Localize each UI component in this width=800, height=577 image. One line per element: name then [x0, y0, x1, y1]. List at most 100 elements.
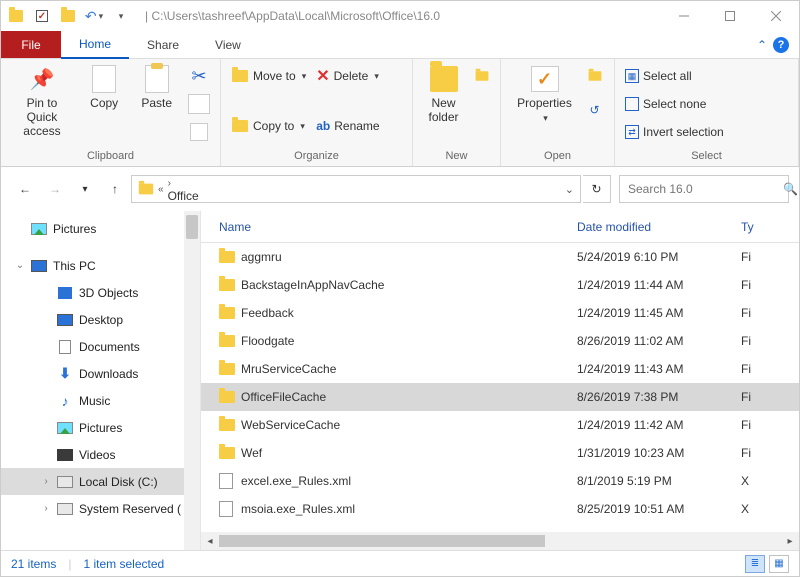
pin-to-quick-access-button[interactable]: 📌 Pin to Quick access [11, 65, 73, 138]
breadcrumb-segment[interactable]: Office [168, 189, 217, 203]
sidebar-item[interactable]: 3D Objects [1, 279, 200, 306]
copy-to-button[interactable]: Copy to▾ [231, 115, 306, 137]
sidebar-item[interactable]: Pictures [1, 215, 200, 242]
qat-new-folder-icon[interactable] [57, 5, 79, 27]
history-button[interactable]: ↺ [589, 99, 599, 121]
search-icon[interactable]: 🔍 [783, 182, 798, 196]
file-type: X [741, 474, 799, 488]
invert-selection-button[interactable]: ⇄Invert selection [625, 121, 724, 143]
move-to-button[interactable]: Move to▾ [231, 65, 306, 87]
thumbnails-view-button[interactable]: ▦ [769, 555, 789, 573]
column-type[interactable]: Ty [741, 220, 799, 234]
file-list[interactable]: aggmru5/24/2019 6:10 PMFiBackstageInAppN… [201, 243, 799, 532]
quick-access-toolbar: ✓ ↶▾ ▾ [1, 5, 135, 27]
copy-button[interactable]: Copy [83, 65, 126, 111]
sidebar-item[interactable]: Pictures [1, 414, 200, 441]
status-bar: 21 items | 1 item selected ≣ ▦ [1, 550, 799, 576]
file-date: 1/31/2019 10:23 AM [577, 446, 741, 460]
refresh-button[interactable]: ↻ [583, 175, 611, 203]
sidebar-item[interactable]: ⌄This PC [1, 252, 200, 279]
address-dropdown-icon[interactable]: ⌄ [565, 183, 574, 196]
file-row[interactable]: MruServiceCache1/24/2019 11:43 AMFi [201, 355, 799, 383]
qat-undo-icon[interactable]: ↶▾ [83, 5, 105, 27]
recent-locations-button[interactable]: ▾ [71, 175, 99, 203]
window-controls [661, 1, 799, 31]
copy-path-button[interactable] [188, 93, 210, 115]
sidebar-scrollbar[interactable] [184, 211, 200, 550]
properties-button[interactable]: ✓ Properties▾ [513, 65, 577, 125]
delete-button[interactable]: ✕Delete▾ [316, 65, 379, 87]
chevron-right-icon[interactable]: › [168, 178, 171, 189]
file-row[interactable]: Feedback1/24/2019 11:45 AMFi [201, 299, 799, 327]
file-date: 8/1/2019 5:19 PM [577, 474, 741, 488]
navigation-pane[interactable]: Pictures ⌄This PC3D ObjectsDesktop Documen… [1, 211, 201, 550]
rename-button[interactable]: abRename [316, 115, 379, 137]
file-name: Feedback [241, 306, 577, 320]
sidebar-item[interactable]: ⬇Downloads [1, 360, 200, 387]
address-bar[interactable]: « Local › Microsoft › Office › 16.0 › ⌄ [131, 175, 581, 203]
sidebar-item[interactable]: ♪Music [1, 387, 200, 414]
qat-customize-icon[interactable]: ▾ [109, 5, 131, 27]
file-date: 1/24/2019 11:43 AM [577, 362, 741, 376]
video-icon [57, 448, 73, 462]
folder-icon [219, 335, 235, 347]
column-name[interactable]: Name [219, 220, 577, 234]
search-box[interactable]: 🔍 [619, 175, 789, 203]
tab-home[interactable]: Home [61, 31, 129, 59]
collapse-ribbon-icon[interactable]: ⌃ [757, 38, 767, 52]
chevron-down-icon[interactable]: ⌄ [15, 260, 25, 271]
file-row[interactable]: msoia.exe_Rules.xml8/25/2019 10:51 AMX [201, 495, 799, 523]
sidebar-item-label: Documents [79, 340, 140, 354]
chevron-right-icon[interactable]: › [41, 476, 51, 487]
up-button[interactable]: ↑ [101, 175, 129, 203]
column-date[interactable]: Date modified [577, 220, 741, 234]
group-label-open: Open [501, 146, 614, 166]
file-row[interactable]: WebServiceCache1/24/2019 11:42 AMFi [201, 411, 799, 439]
file-row[interactable]: OfficeFileCache8/26/2019 7:38 PMFi [201, 383, 799, 411]
file-row[interactable]: excel.exe_Rules.xml8/1/2019 5:19 PMX [201, 467, 799, 495]
chevron-right-icon[interactable]: › [41, 503, 51, 514]
file-type: X [741, 502, 799, 516]
help-icon[interactable]: ? [773, 37, 789, 53]
close-button[interactable] [753, 1, 799, 31]
tab-file[interactable]: File [1, 31, 61, 58]
sidebar-item[interactable]: ›System Reserved ( [1, 495, 200, 522]
file-row[interactable]: Wef1/31/2019 10:23 AMFi [201, 439, 799, 467]
new-folder-button[interactable]: New folder [423, 65, 464, 125]
sidebar-item[interactable]: ›Local Disk (C:) [1, 468, 200, 495]
qat-properties-icon[interactable]: ✓ [31, 5, 53, 27]
open-button[interactable] [587, 65, 603, 87]
scroll-left-icon[interactable]: ◂ [201, 536, 219, 547]
file-row[interactable]: aggmru5/24/2019 6:10 PMFi [201, 243, 799, 271]
tab-view[interactable]: View [197, 31, 259, 58]
column-headers[interactable]: Name Date modified Ty [201, 211, 799, 243]
select-all-button[interactable]: ▦Select all [625, 65, 724, 87]
pin-icon: 📌 [29, 67, 54, 92]
horizontal-scrollbar[interactable]: ◂ ▸ [201, 532, 799, 550]
search-input[interactable] [628, 182, 783, 196]
cut-button[interactable]: ✂ [191, 65, 206, 87]
file-date: 5/24/2019 6:10 PM [577, 250, 741, 264]
sidebar-item[interactable]: Documents [1, 333, 200, 360]
details-view-button[interactable]: ≣ [745, 555, 765, 573]
sidebar-item[interactable]: Desktop [1, 306, 200, 333]
new-item-button[interactable] [474, 65, 490, 87]
file-row[interactable]: Floodgate8/26/2019 11:02 AMFi [201, 327, 799, 355]
file-name: MruServiceCache [241, 362, 577, 376]
forward-button[interactable]: → [41, 175, 69, 203]
paste-shortcut-button[interactable] [190, 121, 208, 143]
file-name: aggmru [241, 250, 577, 264]
tab-share[interactable]: Share [129, 31, 197, 58]
sidebar-item[interactable]: Videos [1, 441, 200, 468]
maximize-button[interactable] [707, 1, 753, 31]
select-none-button[interactable]: Select none [625, 93, 724, 115]
paste-button[interactable]: Paste [135, 65, 178, 111]
file-row[interactable]: BackstageInAppNavCache1/24/2019 11:44 AM… [201, 271, 799, 299]
back-button[interactable]: ← [11, 175, 39, 203]
new-folder-icon [430, 66, 458, 92]
navigation-bar: ← → ▾ ↑ « Local › Microsoft › Office › 1… [1, 167, 799, 211]
qat-folder-icon[interactable] [5, 5, 27, 27]
minimize-button[interactable] [661, 1, 707, 31]
file-date: 8/26/2019 11:02 AM [577, 334, 741, 348]
scroll-right-icon[interactable]: ▸ [781, 536, 799, 547]
